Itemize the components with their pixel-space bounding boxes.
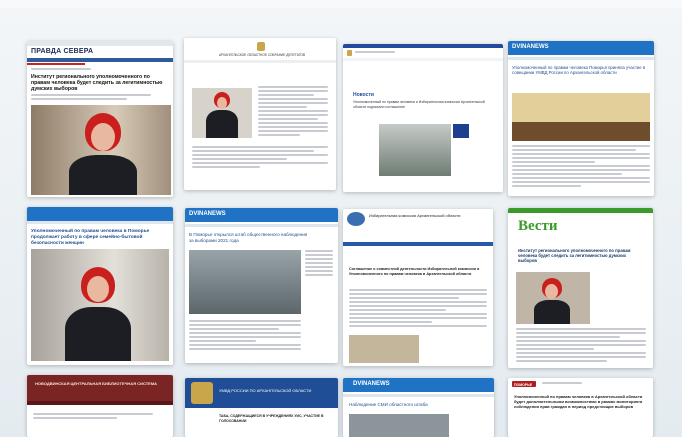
vesti-top-bar xyxy=(508,208,653,213)
dvina2-sidebar xyxy=(305,250,333,278)
izbirkom-nav xyxy=(343,242,493,246)
tv-news-card[interactable]: Уполномоченный по правам человека в Помо… xyxy=(27,207,173,365)
portal-section: Новости xyxy=(353,92,374,98)
portal-nav xyxy=(343,58,503,61)
assembly-card[interactable]: АРХАНГЕЛЬСКОЕ ОБЛАСТНОЕ СОБРАНИЕ ДЕПУТАТ… xyxy=(184,38,336,190)
library-nav xyxy=(27,401,173,405)
portal-card[interactable]: Новости Уполномоченный по правам человек… xyxy=(343,44,503,192)
vesti-photo xyxy=(516,272,590,324)
dvina-logo: DVINANEWS xyxy=(512,44,549,50)
portal-photo xyxy=(379,124,451,176)
portal-headline[interactable]: Уполномоченный по правам человека и Изби… xyxy=(353,100,493,109)
vesti-text xyxy=(516,328,646,364)
browser-bar xyxy=(27,41,173,46)
mvd-header-text: УМВД РОССИИ ПО АРХАНГЕЛЬСКОЙ ОБЛАСТИ xyxy=(219,388,312,393)
portal-top-bar xyxy=(343,44,503,48)
dvina-headline[interactable]: Уполномоченный по правам человека Поморь… xyxy=(512,65,650,76)
dvina2-logo: DVINANEWS xyxy=(189,211,226,217)
dvina3-headline[interactable]: Наблюдение СМИ областного штаба xyxy=(349,402,479,408)
emblem-icon xyxy=(347,50,352,56)
assembly-photo xyxy=(192,88,252,138)
izbirkom-headline[interactable]: Соглашение о совместной деятельности Изб… xyxy=(349,267,489,277)
dvina-nav xyxy=(508,57,654,60)
portal-title xyxy=(355,51,395,55)
top-band xyxy=(0,0,682,8)
mvd-headline[interactable]: ТАБА, СОДЕРЖАЩИЕСЯ В УЧРЕЖДЕНИЯХ УИС, УЧ… xyxy=(219,414,329,423)
dvina3-logo: DVINANEWS xyxy=(353,381,390,387)
dvina2-nav xyxy=(185,224,338,227)
assembly-text-2 xyxy=(192,146,328,170)
pravda-severa-card[interactable]: ПРАВДА СЕВЕРА Институт регионального упо… xyxy=(27,41,173,197)
assembly-text xyxy=(258,86,328,138)
assembly-header: АРХАНГЕЛЬСКОЕ ОБЛАСТНОЕ СОБРАНИЕ ДЕПУТАТ… xyxy=(218,53,306,57)
izbirkom-text xyxy=(349,289,487,329)
pravda-accent xyxy=(27,63,86,65)
vesti-logo: Вести xyxy=(518,218,558,234)
assembly-nav xyxy=(184,60,336,63)
region-card[interactable]: ПОМОРЬЕ Уполномоченный по правам человек… xyxy=(508,378,653,437)
tv-header xyxy=(27,207,173,221)
pravda-nav xyxy=(27,58,173,62)
region-nav xyxy=(542,382,582,386)
vesti-card[interactable]: Вести Институт регионального уполномочен… xyxy=(508,208,653,368)
pravda-headline[interactable]: Институт регионального уполномоченного п… xyxy=(31,74,169,92)
dvinanews-card-2[interactable]: DVINANEWS В Поморье открылся штаб общест… xyxy=(185,208,338,363)
dvinanews-card-1[interactable]: DVINANEWS Уполномоченный по правам челов… xyxy=(508,41,654,196)
region-headline[interactable]: Уполномоченный по правам человека в Арха… xyxy=(514,394,648,409)
tv-nav xyxy=(27,221,173,224)
library-card[interactable]: НОВОДВИНСКАЯ ЦЕНТРАЛЬНАЯ БИБЛИОТЕЧНАЯ СИ… xyxy=(27,375,173,437)
coat-of-arms-icon xyxy=(257,42,265,51)
dvina-photo xyxy=(512,93,650,141)
dvina3-photo xyxy=(349,414,449,437)
dvina3-nav xyxy=(343,394,494,397)
vesti-headline[interactable]: Институт регионального уполномоченного п… xyxy=(518,248,638,264)
library-text xyxy=(33,413,153,421)
dvinanews-card-3[interactable]: DVINANEWS Наблюдение СМИ областного штаб… xyxy=(343,378,494,437)
portal-square xyxy=(453,124,469,138)
dvina2-text xyxy=(189,320,301,352)
collage-background: ПРАВДА СЕВЕРА Институт регионального упо… xyxy=(0,0,682,437)
mvd-card[interactable]: УМВД РОССИИ ПО АРХАНГЕЛЬСКОЙ ОБЛАСТИ ТАБ… xyxy=(185,378,338,437)
breadcrumb xyxy=(31,68,121,72)
dvina2-photo xyxy=(189,250,301,314)
region-logo: ПОМОРЬЕ xyxy=(514,383,533,387)
dvina2-headline[interactable]: В Поморье открылся штаб общественного на… xyxy=(189,232,309,243)
library-header xyxy=(27,375,173,401)
pravda-photo xyxy=(31,105,171,195)
tv-headline[interactable]: Уполномоченный по правам человека в Помо… xyxy=(31,229,169,246)
library-title: НОВОДВИНСКАЯ ЦЕНТРАЛЬНАЯ БИБЛИОТЕЧНАЯ СИ… xyxy=(35,381,158,386)
pravda-subtext xyxy=(31,94,151,102)
pravda-logo: ПРАВДА СЕВЕРА xyxy=(31,48,94,55)
tv-photo xyxy=(31,249,169,361)
izbirkom-logo: Избирательная комиссия Архангельской обл… xyxy=(369,213,461,218)
izbirkom-emblem-icon xyxy=(347,212,365,226)
dvina-text xyxy=(512,145,650,189)
izbirkom-card[interactable]: Избирательная комиссия Архангельской обл… xyxy=(343,209,493,366)
mvd-emblem-icon xyxy=(191,382,213,404)
izbirkom-photo xyxy=(349,335,419,363)
